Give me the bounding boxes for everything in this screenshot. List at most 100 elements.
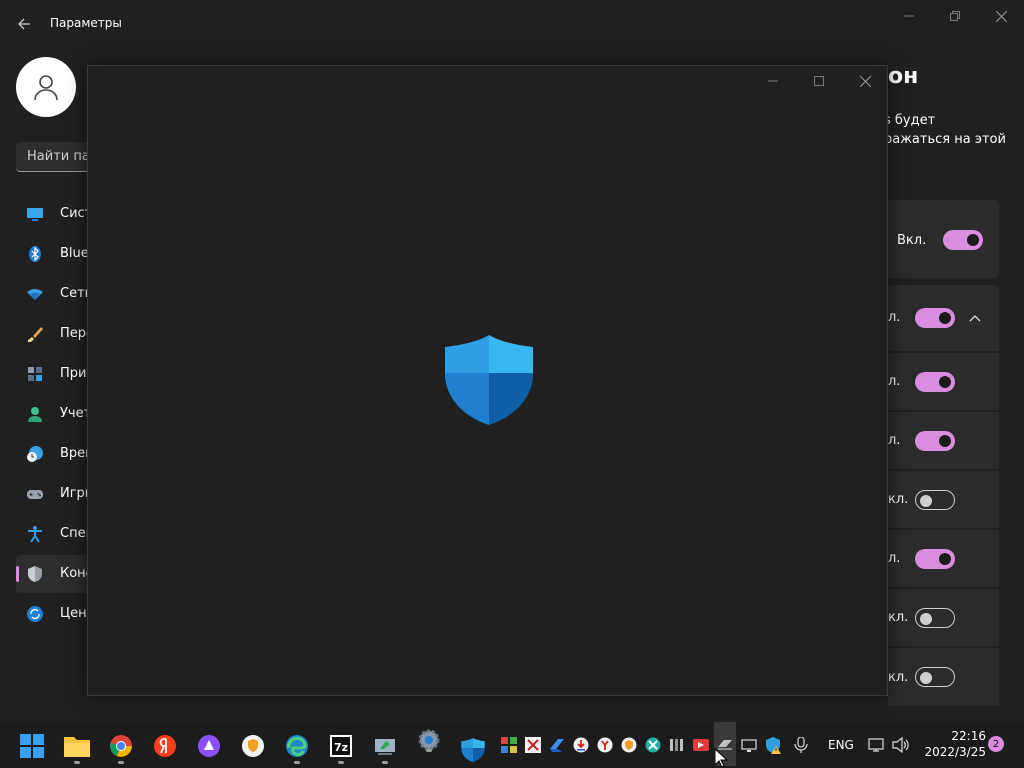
server-bars-icon: [670, 739, 683, 751]
taskbar-edge[interactable]: [279, 728, 315, 764]
toggle-switch[interactable]: [915, 308, 955, 328]
running-indicator: [426, 749, 432, 752]
nav-item-update[interactable]: Цент: [16, 595, 94, 633]
running-indicator: [118, 761, 124, 764]
maximize-icon: [814, 76, 824, 86]
minimize-icon: [904, 15, 914, 17]
toggle-state-label: л.: [888, 310, 901, 325]
back-button[interactable]: [12, 12, 36, 36]
shield-icon: [28, 566, 42, 582]
blue-arrow-icon: [550, 739, 564, 752]
close-icon: [859, 75, 871, 87]
tray-icon-shield-browser[interactable]: [620, 736, 638, 754]
toggle-switch[interactable]: [915, 549, 955, 569]
toggle-state-label: л.: [888, 374, 901, 389]
tray-icon-red-app[interactable]: [692, 736, 710, 754]
tray-icon-teal[interactable]: [644, 736, 662, 754]
microphone-icon: [794, 737, 808, 753]
taskbar-alice[interactable]: [191, 728, 227, 764]
toggle-state-label: кл.: [888, 670, 909, 685]
start-button[interactable]: [14, 728, 50, 764]
teal-star-icon: [645, 737, 661, 753]
nav-item-network[interactable]: Сеть: [16, 275, 92, 313]
nav-item-apps[interactable]: Прил: [16, 355, 95, 393]
yandex-browser-icon: [597, 737, 613, 753]
tray-icon-yandex[interactable]: [596, 736, 614, 754]
alice-icon: [198, 735, 220, 757]
tray-icon-security-warning[interactable]: [764, 736, 782, 754]
toggle-knob: [967, 234, 979, 246]
nav-label: Blue: [60, 246, 89, 261]
nav-item-bluetooth[interactable]: Blue: [16, 235, 92, 273]
nav-item-personalization[interactable]: Перс: [16, 315, 93, 353]
back-arrow-icon: [18, 18, 30, 30]
tray-icon-display[interactable]: [740, 736, 758, 754]
splash-minimize-button[interactable]: [760, 70, 786, 92]
nav-item-accessibility[interactable]: Спец: [16, 515, 94, 553]
toggle-switch[interactable]: [943, 230, 983, 250]
minimize-button[interactable]: [896, 4, 922, 28]
tray-icon-network[interactable]: [868, 736, 886, 754]
tray-icon-server[interactable]: [668, 736, 686, 754]
apps-icon: [28, 367, 42, 381]
tray-icon-grid-app[interactable]: [500, 736, 518, 754]
grid-app-icon: [501, 737, 517, 753]
page-description-line2: ражаться на этой: [884, 132, 1006, 147]
minimize-icon: [768, 80, 778, 82]
tray-icon-red-x[interactable]: [524, 736, 542, 754]
display-monitor-icon: [741, 739, 757, 752]
chevron-up-icon[interactable]: [969, 314, 981, 322]
tray-icon-download[interactable]: [572, 736, 590, 754]
toggle-switch[interactable]: [915, 667, 955, 687]
search-input[interactable]: Найти пар: [16, 142, 98, 172]
tray-icon-arrow-app[interactable]: [548, 736, 566, 754]
splash-close-button[interactable]: [852, 70, 878, 92]
taskbar-browser-shield[interactable]: [235, 728, 271, 764]
folder-icon: [64, 737, 90, 757]
gamepad-icon: [27, 490, 43, 499]
taskbar-yandex[interactable]: [147, 728, 183, 764]
tray-icon-microphone[interactable]: [792, 736, 810, 754]
security-app-splash-window: [87, 65, 888, 696]
toggle-switch[interactable]: [915, 431, 955, 451]
avatar[interactable]: [16, 57, 76, 117]
account-icon: [28, 407, 42, 422]
restore-button[interactable]: [942, 4, 968, 28]
setting-sub-row: кл.: [888, 648, 999, 706]
nav-item-gaming[interactable]: Игры: [16, 475, 95, 513]
clock[interactable]: 22:16 2022/3/25: [920, 728, 986, 760]
nav-item-system[interactable]: Сист: [16, 195, 92, 233]
close-button[interactable]: [988, 4, 1014, 28]
taskbar-settings[interactable]: [411, 722, 447, 758]
app-title: Параметры: [50, 16, 122, 30]
nav-item-accounts[interactable]: Учет: [16, 395, 92, 433]
toggle-knob: [939, 553, 951, 565]
clock-globe-icon: [27, 446, 43, 462]
setting-sub-row: л.: [888, 412, 999, 469]
nav-item-time[interactable]: Врем: [16, 435, 95, 473]
taskbar-file-explorer[interactable]: [59, 728, 95, 764]
windows-security-shield-logo: [445, 335, 533, 425]
splash-maximize-button[interactable]: [806, 70, 832, 92]
taskbar-chrome[interactable]: [103, 728, 139, 764]
toggle-switch[interactable]: [915, 490, 955, 510]
running-indicator: [382, 761, 388, 764]
toggle-switch[interactable]: [915, 608, 955, 628]
input-language[interactable]: ENG: [828, 738, 854, 752]
taskbar-7zip[interactable]: 7z: [323, 728, 359, 764]
tray-icon-volume[interactable]: [892, 736, 910, 754]
setting-card-expander[interactable]: л.: [888, 285, 999, 351]
display-icon: [27, 208, 43, 221]
page-title: он: [888, 64, 919, 89]
toggle-knob: [939, 435, 951, 447]
taskbar-windows-security[interactable]: [455, 732, 491, 768]
notification-badge[interactable]: 2: [988, 736, 1004, 752]
nav-item-privacy[interactable]: Конф: [16, 555, 97, 593]
restore-icon: [950, 11, 960, 21]
taskbar-app-green[interactable]: [367, 728, 403, 764]
setting-sub-row: кл.: [888, 471, 999, 528]
toggle-switch[interactable]: [915, 372, 955, 392]
browser-shield-icon: [621, 737, 637, 753]
browser-shield-icon: [242, 735, 264, 757]
toggle-state-label: л.: [888, 433, 901, 448]
